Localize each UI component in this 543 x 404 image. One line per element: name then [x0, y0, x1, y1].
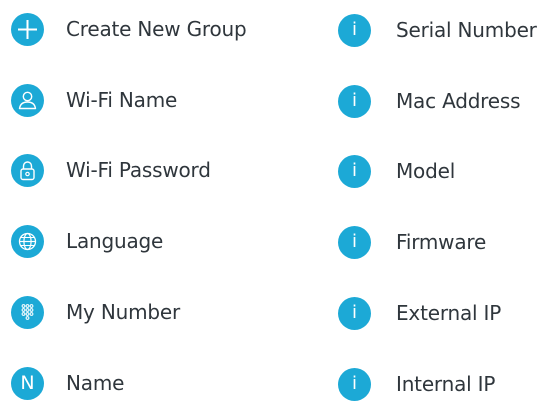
- language-item[interactable]: Language: [11, 221, 231, 261]
- model-label: Model: [396, 159, 456, 183]
- wifi-name-label: Wi-Fi Name: [66, 88, 178, 112]
- my-number-item[interactable]: My Number: [11, 292, 231, 332]
- keypad-icon: [11, 295, 44, 329]
- internal-ip-item[interactable]: i Internal IP: [338, 364, 543, 404]
- name-item[interactable]: N Name: [11, 363, 231, 403]
- internal-ip-label: Internal IP: [396, 372, 496, 396]
- serial-number-label: Serial Number: [396, 18, 537, 42]
- info-icon: i: [338, 154, 371, 188]
- mac-address-label: Mac Address: [396, 89, 521, 113]
- my-number-label: My Number: [66, 300, 180, 324]
- info-icon: i: [338, 225, 371, 259]
- wifi-password-item[interactable]: Wi-Fi Password: [11, 150, 231, 190]
- external-ip-item[interactable]: i External IP: [338, 293, 543, 333]
- wifi-name-item[interactable]: Wi-Fi Name: [11, 80, 231, 120]
- plus-icon: [11, 12, 44, 46]
- external-ip-label: External IP: [396, 301, 502, 325]
- globe-icon: [11, 224, 44, 258]
- letter-n-icon: N: [11, 366, 44, 400]
- create-new-group-item[interactable]: Create New Group: [11, 9, 247, 49]
- model-item[interactable]: i Model: [338, 151, 543, 191]
- firmware-label: Firmware: [396, 230, 487, 254]
- lock-icon: [11, 153, 44, 187]
- language-label: Language: [66, 229, 164, 253]
- serial-number-item[interactable]: i Serial Number: [338, 10, 543, 50]
- info-icon: i: [338, 296, 371, 330]
- name-label: Name: [66, 371, 125, 395]
- info-icon: i: [338, 13, 371, 47]
- wifi-password-label: Wi-Fi Password: [66, 158, 211, 182]
- user-icon: [11, 83, 44, 117]
- info-icon: i: [338, 84, 371, 118]
- mac-address-item[interactable]: i Mac Address: [338, 81, 543, 121]
- info-icon: i: [338, 367, 371, 401]
- create-new-group-label: Create New Group: [66, 17, 247, 41]
- firmware-item[interactable]: i Firmware: [338, 222, 543, 262]
